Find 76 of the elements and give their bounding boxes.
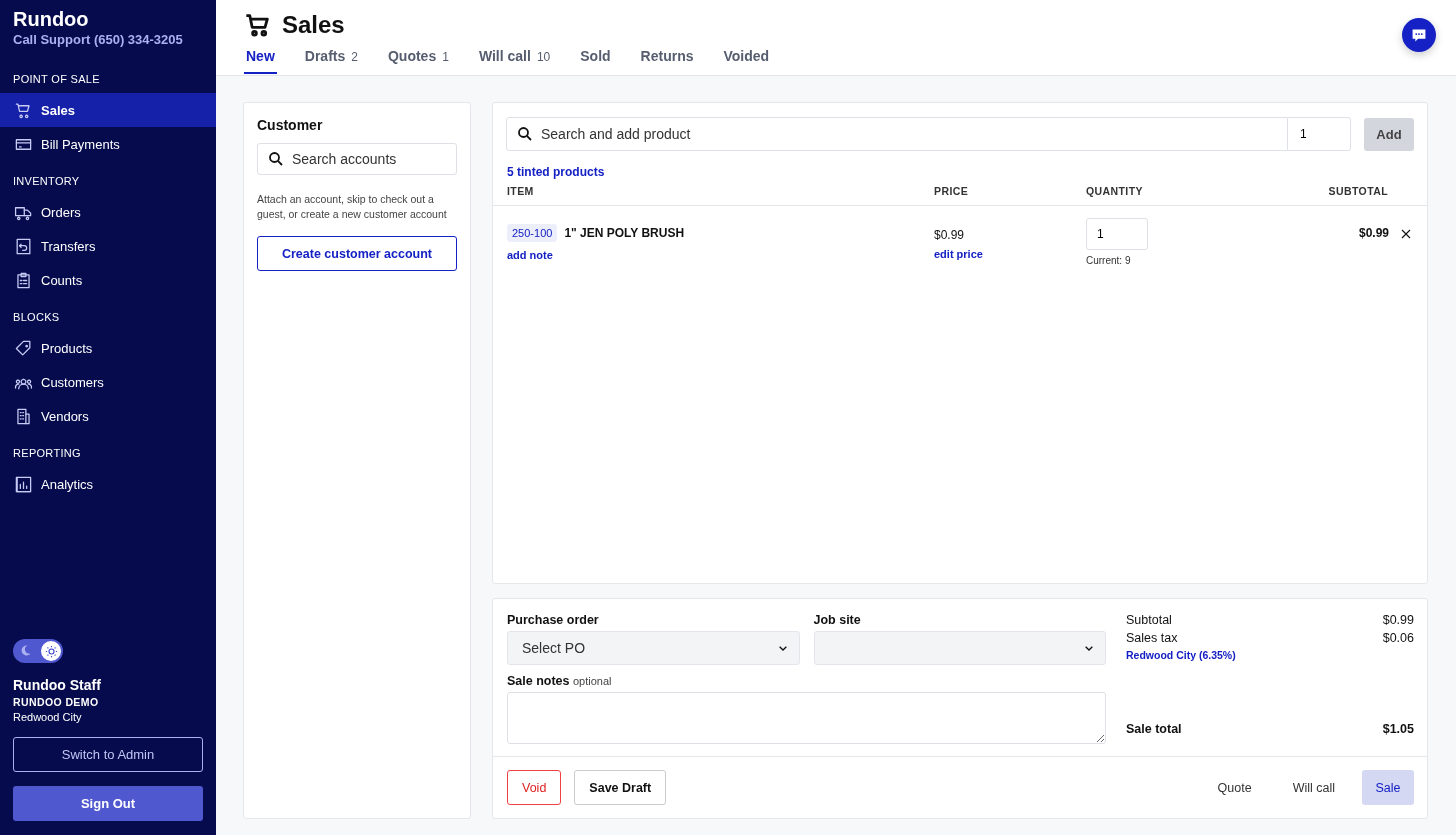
- tab[interactable]: Drafts 2: [302, 46, 360, 74]
- subtotal: $0.99: [1358, 226, 1389, 240]
- action-button[interactable]: Will call: [1278, 770, 1349, 805]
- quantity-field[interactable]: 1: [1086, 218, 1148, 250]
- price: $0.99: [934, 228, 966, 242]
- customer-help-text: Attach an account, skip to check out a guest, or create a new customer account: [257, 192, 448, 223]
- nav-section-heading: POINT OF SALE: [12, 73, 101, 85]
- product-name: 1" JEN POLY BRUSH: [564, 226, 685, 240]
- nav-section-heading: REPORTING: [12, 447, 82, 459]
- tab[interactable]: Returns: [638, 46, 696, 74]
- column-header: QUANTITY: [1086, 185, 1144, 197]
- sale-notes-field[interactable]: [507, 692, 1106, 744]
- nav-item[interactable]: Customers: [0, 365, 216, 399]
- quantity-field[interactable]: 1: [1288, 117, 1351, 151]
- current-stock: Current: 9: [1086, 255, 1132, 266]
- tab[interactable]: Quotes 1: [385, 46, 451, 74]
- store-location: Redwood City: [13, 711, 83, 723]
- nav-item[interactable]: Counts: [0, 263, 216, 297]
- nav-icon: [14, 236, 33, 256]
- sales-tax-value: $0.06: [1382, 631, 1414, 645]
- nav-icon: [14, 338, 33, 358]
- nav-section-heading: BLOCKS: [12, 311, 61, 323]
- nav-icon: [14, 474, 33, 494]
- subtotal-label: Subtotal: [1126, 613, 1172, 627]
- sku-tag: 250-100: [507, 224, 558, 242]
- add-note-link[interactable]: add note: [507, 249, 934, 261]
- nav-icon: [14, 406, 33, 426]
- sale-button[interactable]: Sale: [1362, 770, 1414, 805]
- cart-icon: [244, 11, 272, 39]
- sales-tax-label: Sales tax: [1126, 631, 1178, 645]
- nav-item[interactable]: Sales: [0, 93, 216, 127]
- column-header: SUBTOTAL: [1327, 185, 1389, 197]
- support-phone[interactable]: Call Support (650) 334-3205: [13, 32, 203, 47]
- user-name: Rundoo Staff: [13, 677, 102, 693]
- tax-location-link[interactable]: Redwood City (6.35%): [1126, 649, 1414, 661]
- tab[interactable]: New: [244, 46, 277, 74]
- brand-name: Rundoo: [13, 8, 90, 31]
- nav-item[interactable]: Analytics: [0, 467, 216, 501]
- purchase-order-select[interactable]: Select PO: [507, 631, 800, 665]
- nav-item[interactable]: Orders: [0, 195, 216, 229]
- tab[interactable]: Will call 10: [476, 46, 553, 74]
- search-icon: [516, 125, 534, 143]
- save-draft-button[interactable]: Save Draft: [574, 770, 667, 805]
- nav-icon: [14, 270, 33, 290]
- tinted-products-link[interactable]: 5 tinted products: [507, 165, 605, 179]
- nav-section-heading: INVENTORY: [12, 175, 81, 187]
- edit-price-link[interactable]: edit price: [934, 248, 1086, 260]
- customer-heading: Customer: [257, 117, 324, 133]
- nav-item[interactable]: Bill Payments: [0, 127, 216, 161]
- column-header: PRICE: [934, 185, 970, 197]
- page-title: Sales: [282, 11, 345, 39]
- sale-total-value: $1.05: [1382, 722, 1414, 736]
- company-name: RUNDOO DEMO: [13, 696, 100, 708]
- sun-icon: [43, 643, 59, 659]
- sale-notes-label: Sale notes optional: [507, 674, 613, 688]
- column-header: ITEM: [507, 185, 535, 197]
- void-button[interactable]: Void: [507, 770, 562, 805]
- product-search-field[interactable]: Search and add product: [506, 117, 1288, 151]
- search-accounts-field[interactable]: Search accounts: [257, 143, 457, 175]
- purchase-order-label: Purchase order: [507, 613, 600, 627]
- search-icon: [267, 150, 285, 168]
- action-button[interactable]: Quote: [1203, 770, 1266, 805]
- sale-total-label: Sale total: [1126, 722, 1182, 736]
- nav-item[interactable]: Vendors: [0, 399, 216, 433]
- nav-item[interactable]: Transfers: [0, 229, 216, 263]
- sign-out-button[interactable]: Sign Out: [13, 786, 203, 821]
- nav-item[interactable]: Products: [0, 331, 216, 365]
- subtotal-value: $0.99: [1382, 613, 1414, 627]
- theme-toggle[interactable]: [13, 639, 63, 663]
- add-button[interactable]: Add: [1364, 117, 1414, 151]
- chat-button[interactable]: [1402, 18, 1436, 52]
- job-site-label: Job site: [813, 613, 862, 627]
- create-customer-button[interactable]: Create customer account: [257, 236, 457, 272]
- switch-admin-button[interactable]: Switch to Admin: [13, 737, 203, 772]
- tab[interactable]: Sold: [578, 46, 613, 74]
- tab[interactable]: Voided: [721, 46, 772, 74]
